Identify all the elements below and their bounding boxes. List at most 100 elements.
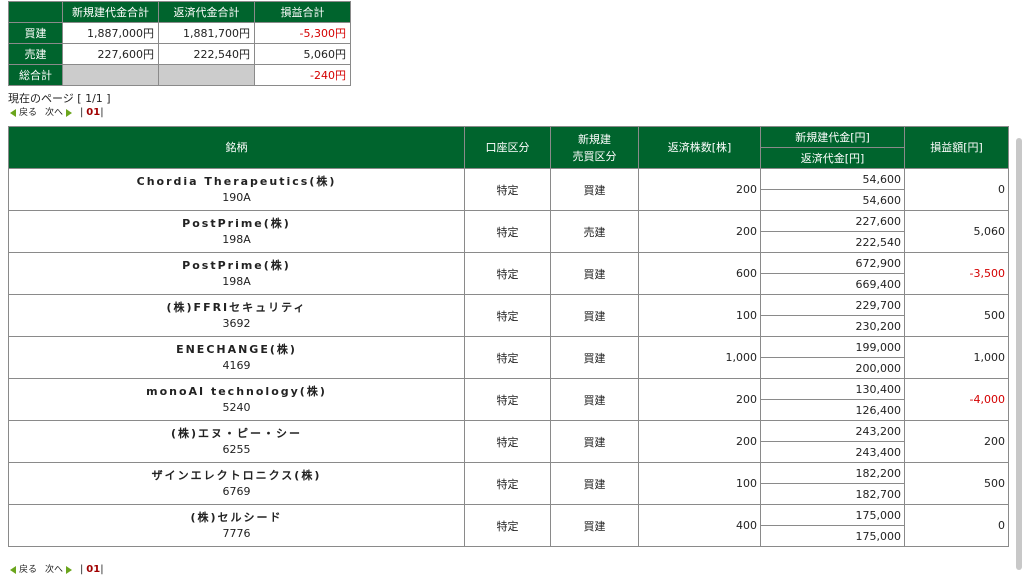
repay-amount: 669,400 [760, 273, 905, 295]
summary-header-corner [8, 1, 63, 23]
account-type: 特定 [464, 294, 551, 337]
pager-separator: | [100, 564, 104, 575]
profit-loss: 500 [904, 462, 1009, 505]
summary-new-total: 1,887,000円 [62, 22, 159, 44]
new-amount: 182,200 [760, 462, 905, 484]
trade-type: 買建 [550, 420, 639, 463]
stock-cell: ENECHANGE(株) 4169 [8, 336, 465, 379]
header-account: 口座区分 [464, 126, 551, 169]
repay-amount: 126,400 [760, 399, 905, 421]
account-type: 特定 [464, 210, 551, 253]
trade-type: 買建 [550, 462, 639, 505]
profit-loss: 5,060 [904, 210, 1009, 253]
repay-amount: 222,540 [760, 231, 905, 253]
repay-qty: 100 [638, 294, 761, 337]
repay-amount: 200,000 [760, 357, 905, 379]
table-row: Chordia Therapeutics(株) 190A 特定 買建 200 54,600… [8, 168, 1009, 211]
stock-cell: (株)セルシード 7776 [8, 504, 465, 547]
account-type: 特定 [464, 252, 551, 295]
header-name: 銘柄 [8, 126, 465, 169]
next-label: 次へ [45, 565, 64, 575]
stock-code: 6255 [222, 442, 251, 456]
trade-type: 買建 [550, 504, 639, 547]
table-row: monoAI technology(株) 5240 特定 買建 200 130,400 -4… [8, 378, 1009, 421]
trade-type: 買建 [550, 336, 639, 379]
scrollbar-thumb[interactable] [1016, 138, 1022, 570]
repay-qty: 600 [638, 252, 761, 295]
new-amount: 54,600 [760, 168, 905, 190]
stock-name: ザインエレクトロニクス(株) [151, 468, 322, 482]
header-qty: 返済株数[株] [638, 126, 761, 169]
summary-pl-total: -5,300円 [254, 22, 351, 44]
profit-loss: 500 [904, 294, 1009, 337]
stock-name: Chordia Therapeutics(株) [136, 174, 337, 188]
stock-name: ENECHANGE(株) [176, 342, 297, 356]
stock-code: 198A [222, 232, 251, 246]
table-row: PostPrime(株) 198A 特定 売建 200 227,600 5,060 [8, 210, 1009, 253]
pager-top: 戻る 次へ | 01| [10, 106, 104, 120]
next-label: 次へ [45, 108, 64, 118]
summary-header-new: 新規建代金合計 [62, 1, 159, 23]
header-trade: 新規建 売買区分 [550, 126, 639, 169]
summary-header-pl: 損益合計 [254, 1, 351, 23]
summary-table: 新規建代金合計 返済代金合計 損益合計 買建 1,887,000円 1,881,70… [8, 1, 351, 86]
triangle-right-icon [66, 565, 73, 574]
stock-name: (株)エヌ・ピー・シー [170, 426, 303, 440]
summary-new-total: 227,600円 [62, 43, 159, 65]
header-pl: 損益額[円] [904, 126, 1009, 169]
table-row: ENECHANGE(株) 4169 特定 買建 1,000 199,000 1,000 [8, 336, 1009, 379]
page-number-link[interactable]: 01 [86, 564, 100, 575]
new-amount: 175,000 [760, 504, 905, 526]
account-type: 特定 [464, 420, 551, 463]
trade-type: 買建 [550, 378, 639, 421]
header-repay-amount: 返済代金[円] [760, 147, 905, 169]
header-new-amount: 新規建代金[円] [760, 126, 905, 148]
page-info: 現在のページ [ 1/1 ] [8, 92, 111, 105]
trade-type: 買建 [550, 294, 639, 337]
stock-code: 7776 [222, 526, 251, 540]
header-trade-line2: 売買区分 [572, 149, 617, 163]
prev-link[interactable]: 戻る [10, 565, 37, 575]
triangle-left-icon [10, 108, 16, 117]
prev-link[interactable]: 戻る [10, 108, 37, 118]
summary-row: 買建 1,887,000円 1,881,700円 -5,300円 [8, 22, 351, 44]
new-amount: 130,400 [760, 378, 905, 400]
summary-total-repay-empty [158, 64, 255, 86]
next-link[interactable]: 次へ [45, 565, 73, 575]
table-row: (株)エヌ・ピー・シー 6255 特定 買建 200 243,200 200 [8, 420, 1009, 463]
summary-row-label: 買建 [8, 22, 63, 44]
page-number-link[interactable]: 01 [86, 107, 100, 118]
stock-name: monoAI technology(株) [146, 384, 327, 398]
repay-qty: 200 [638, 168, 761, 211]
repay-qty: 200 [638, 420, 761, 463]
summary-total-row: 総合計 -240円 [8, 64, 351, 86]
profit-loss: -3,500 [904, 252, 1009, 295]
account-type: 特定 [464, 336, 551, 379]
summary-repay-total: 222,540円 [158, 43, 255, 65]
trade-type: 売建 [550, 210, 639, 253]
repay-amount: 243,400 [760, 441, 905, 463]
summary-total-pl: -240円 [254, 64, 351, 86]
new-amount: 243,200 [760, 420, 905, 442]
pager-bottom: 戻る 次へ | 01| [10, 563, 104, 577]
profit-loss: 200 [904, 420, 1009, 463]
next-link[interactable]: 次へ [45, 108, 73, 118]
stock-cell: PostPrime(株) 198A [8, 252, 465, 295]
pager-separator: | [80, 107, 84, 118]
repay-qty: 200 [638, 378, 761, 421]
triangle-left-icon [10, 565, 16, 574]
stock-code: 198A [222, 274, 251, 288]
summary-header-row: 新規建代金合計 返済代金合計 損益合計 [8, 1, 351, 23]
stock-code: 6769 [222, 484, 251, 498]
summary-row: 売建 227,600円 222,540円 5,060円 [8, 43, 351, 65]
profit-loss: 1,000 [904, 336, 1009, 379]
profit-loss: -4,000 [904, 378, 1009, 421]
stock-cell: (株)エヌ・ピー・シー 6255 [8, 420, 465, 463]
stock-cell: ザインエレクトロニクス(株) 6769 [8, 462, 465, 505]
stock-name: (株)セルシード [190, 510, 283, 524]
pager-separator: | [80, 564, 84, 575]
summary-repay-total: 1,881,700円 [158, 22, 255, 44]
stock-code: 4169 [222, 358, 251, 372]
new-amount: 672,900 [760, 252, 905, 274]
stock-name: PostPrime(株) [182, 216, 291, 230]
